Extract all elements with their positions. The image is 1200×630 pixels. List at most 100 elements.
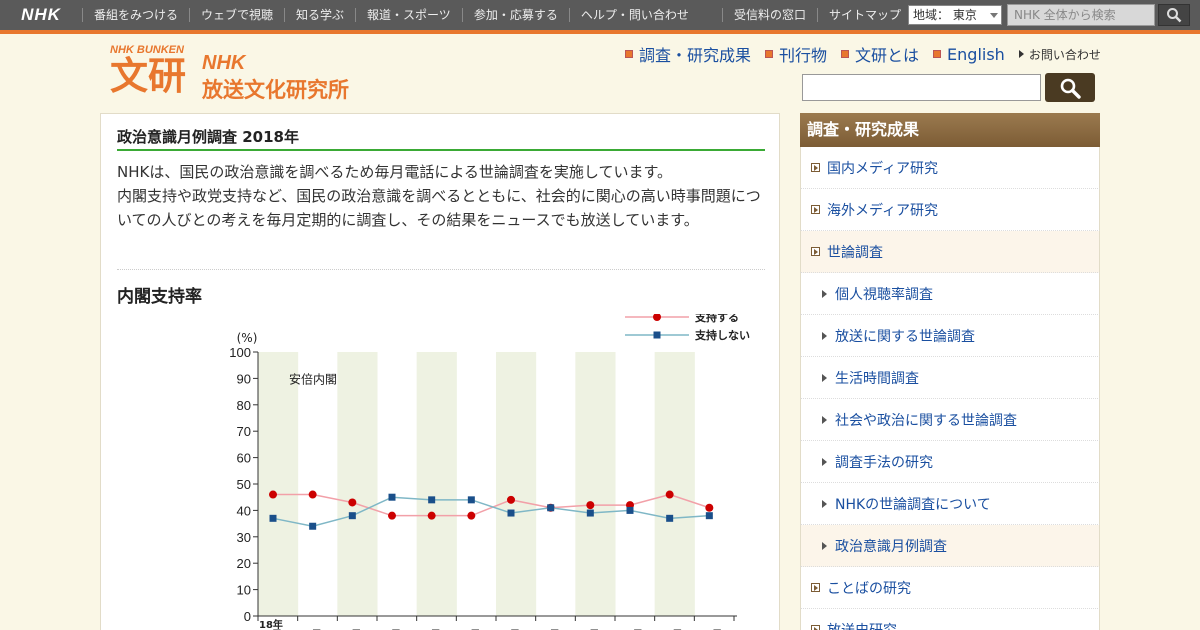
sidebar-item-label: NHKの世論調査について bbox=[835, 496, 991, 513]
square-bullet-icon bbox=[765, 50, 774, 58]
main-content: 政治意識月例調査 2018年 NHKは、国民の政治意識を調べるため毎月電話による… bbox=[100, 113, 780, 630]
data-point-support bbox=[269, 490, 277, 499]
chart-annotation: 安倍内閣 bbox=[289, 372, 337, 387]
nav-help[interactable]: ヘルプ・問い合わせ bbox=[568, 8, 700, 22]
data-point-not-support bbox=[467, 496, 475, 504]
nav-find-programs[interactable]: 番組をみつける bbox=[82, 8, 189, 22]
legend-marker bbox=[653, 331, 661, 339]
sidebar-item-label: 海外メディア研究 bbox=[827, 202, 939, 219]
y-tick-label: 70 bbox=[237, 424, 251, 439]
sidebar-item-label: 放送に関する世論調査 bbox=[835, 328, 975, 345]
sidebar-list: 国内メディア研究海外メディア研究世論調査 個人視聴率調査放送に関する世論調査 生活時… bbox=[800, 147, 1100, 630]
logo-nhk-label: NHK bbox=[202, 52, 246, 74]
global-search-button[interactable] bbox=[1158, 4, 1190, 26]
y-tick-label: 20 bbox=[237, 556, 251, 571]
data-point-not-support bbox=[586, 509, 594, 517]
y-tick-label: 40 bbox=[237, 503, 251, 518]
data-point-not-support bbox=[388, 493, 396, 501]
month-band bbox=[575, 352, 616, 616]
nav-participate[interactable]: 参加・応募する bbox=[461, 8, 569, 22]
nhk-logo[interactable]: NHK bbox=[0, 0, 82, 30]
global-nav-bar: NHK 番組をみつける ウェブで視聴 知る学ぶ 報道・スポーツ 参加・応募する … bbox=[0, 0, 1200, 30]
y-axis-unit: (%) bbox=[237, 331, 258, 345]
data-point-not-support bbox=[626, 506, 634, 514]
data-point-not-support bbox=[705, 512, 713, 520]
boxed-arrow-icon bbox=[811, 625, 820, 630]
triangle-right-icon bbox=[822, 331, 827, 340]
global-search-input[interactable]: NHK 全体から検索 bbox=[1007, 4, 1155, 26]
month-band bbox=[258, 352, 299, 616]
site-search-input[interactable] bbox=[802, 74, 1041, 101]
nav-fee-window[interactable]: 受信料の窓口 bbox=[722, 8, 817, 22]
sidebar-item-label: 生活時間調査 bbox=[835, 370, 919, 387]
triangle-right-icon bbox=[822, 541, 827, 550]
sidebar-item[interactable]: 放送に関する世論調査 bbox=[800, 315, 1100, 357]
data-point-support bbox=[507, 495, 515, 504]
data-point-not-support bbox=[507, 509, 515, 517]
triangle-right-icon bbox=[822, 499, 827, 508]
legend-label: 支持する bbox=[694, 314, 739, 324]
month-band bbox=[654, 352, 695, 616]
sidebar-item[interactable]: ことばの研究 bbox=[800, 567, 1100, 609]
triangle-right-icon bbox=[822, 373, 827, 382]
data-point-support bbox=[348, 498, 357, 507]
intro-text: NHKは、国民の政治意識を調べるため毎月電話による世論調査を実施しています。 内… bbox=[117, 160, 767, 232]
site-search-button[interactable] bbox=[1045, 73, 1095, 102]
sidebar-item-label: 政治意識月例調査 bbox=[835, 538, 947, 555]
section-title-cabinet-approval: 内閣支持率 bbox=[117, 287, 202, 307]
boxed-arrow-icon bbox=[811, 247, 820, 256]
logo-bunken-mark: 文研 bbox=[110, 53, 187, 98]
sidebar-item[interactable]: 国内メディア研究 bbox=[800, 147, 1100, 189]
nav-sitemap[interactable]: サイトマップ bbox=[817, 8, 912, 22]
region-value: 地域： 東京 bbox=[913, 8, 977, 22]
sidebar-item[interactable]: 社会や政治に関する世論調査 bbox=[800, 399, 1100, 441]
sidebar-item[interactable]: 海外メディア研究 bbox=[800, 189, 1100, 231]
data-point-support bbox=[388, 511, 396, 520]
sidebar-item[interactable]: 生活時間調査 bbox=[800, 357, 1100, 399]
search-icon bbox=[1060, 78, 1081, 99]
data-point-support bbox=[427, 511, 436, 520]
header-accent-line bbox=[0, 30, 1200, 34]
nav-learn[interactable]: 知る学ぶ bbox=[284, 8, 355, 22]
divider bbox=[117, 269, 765, 270]
global-nav: 番組をみつける ウェブで視聴 知る学ぶ 報道・スポーツ 参加・応募する ヘルプ・… bbox=[82, 0, 700, 30]
data-point-support bbox=[705, 503, 714, 512]
y-tick-label: 100 bbox=[229, 345, 251, 360]
square-bullet-icon bbox=[625, 50, 633, 58]
data-point-not-support bbox=[428, 496, 436, 504]
header-nav: 調査・研究成果 刊行物 文研とは English お問い合わせ bbox=[625, 42, 1101, 66]
nav-news-sports[interactable]: 報道・スポーツ bbox=[355, 8, 462, 22]
sidebar-item[interactable]: 調査手法の研究 bbox=[800, 441, 1100, 483]
site-logo[interactable]: NHK BUNKEN 文研 NHK 放送文化研究所 bbox=[110, 44, 372, 102]
boxed-arrow-icon bbox=[811, 205, 820, 214]
sidebar: 調査・研究成果 国内メディア研究 海外メディア研究 世論調査 個人視聴率調査 放送に関す… bbox=[800, 113, 1100, 630]
header-nav-about[interactable]: 文研とは bbox=[841, 42, 919, 66]
nav-watch-web[interactable]: ウェブで視聴 bbox=[189, 8, 284, 22]
boxed-arrow-icon bbox=[811, 163, 820, 172]
header-nav-label: 調査・研究成果 bbox=[639, 46, 752, 65]
sidebar-item[interactable]: 個人視聴率調査 bbox=[800, 273, 1100, 315]
header-nav-publications[interactable]: 刊行物 bbox=[765, 42, 827, 66]
sidebar-item[interactable]: 放送史研究 bbox=[800, 609, 1100, 630]
sidebar-item[interactable]: NHKの世論調査について bbox=[800, 483, 1100, 525]
data-point-not-support bbox=[666, 514, 674, 522]
header-nav-label: English bbox=[947, 44, 1005, 64]
y-tick-label: 30 bbox=[237, 530, 251, 545]
search-icon bbox=[1167, 8, 1182, 23]
header-nav-english[interactable]: English bbox=[933, 45, 1005, 64]
region-select[interactable]: 地域： 東京 bbox=[908, 5, 1002, 25]
y-tick-label: 90 bbox=[237, 371, 251, 386]
header-nav-label: 文研とは bbox=[855, 46, 920, 65]
data-point-not-support bbox=[547, 504, 555, 512]
triangle-right-icon bbox=[822, 289, 827, 298]
y-tick-label: 80 bbox=[237, 398, 251, 413]
sidebar-item[interactable]: 政治意識月例調査 bbox=[800, 525, 1100, 567]
sidebar-item[interactable]: 世論調査 bbox=[800, 231, 1100, 273]
header-nav-contact[interactable]: お問い合わせ bbox=[1018, 46, 1101, 63]
data-point-not-support bbox=[348, 512, 356, 520]
y-tick-label: 10 bbox=[237, 583, 251, 598]
month-band bbox=[416, 352, 457, 616]
data-point-support bbox=[665, 490, 674, 499]
header-nav-research[interactable]: 調査・研究成果 bbox=[625, 42, 751, 66]
month-band bbox=[496, 352, 537, 616]
